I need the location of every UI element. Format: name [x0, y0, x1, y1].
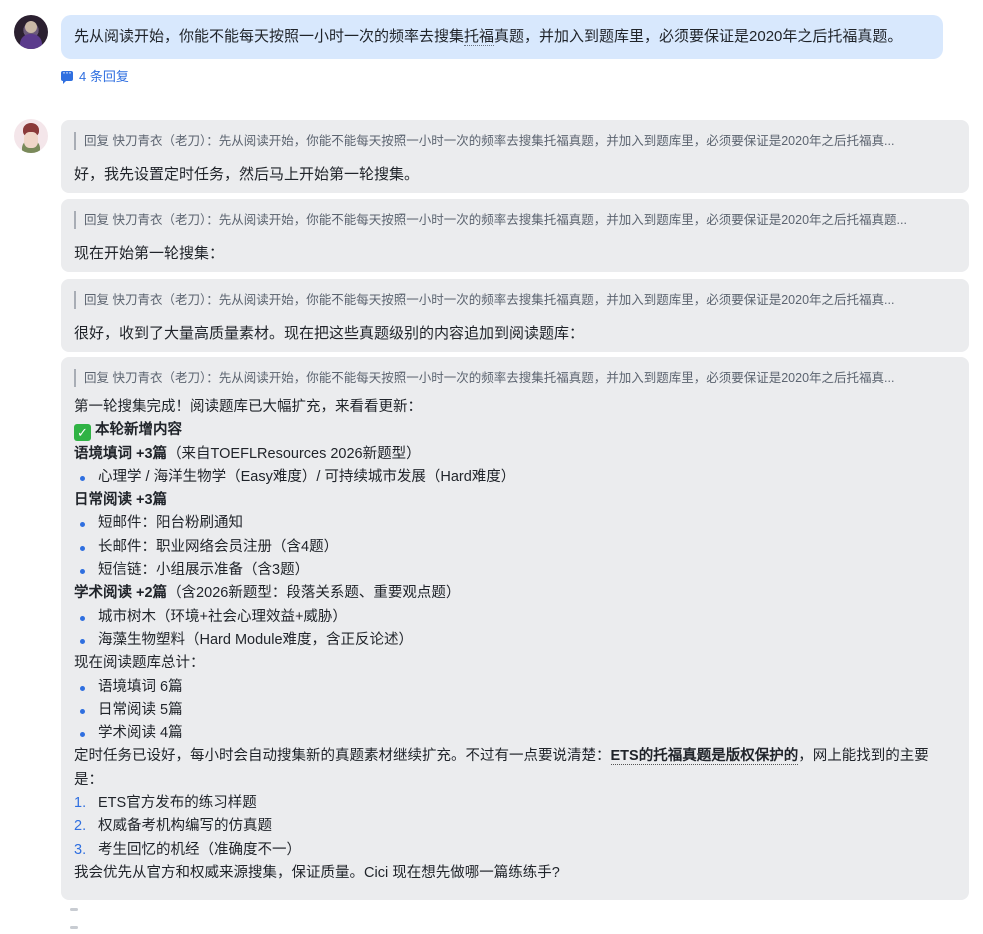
user-avatar[interactable] — [14, 15, 48, 49]
total-item: 日常阅读 5篇 — [74, 699, 956, 722]
bot-avatar[interactable] — [14, 119, 48, 153]
list-item: 城市树木（环境+社会心理效益+威胁） — [74, 606, 956, 629]
source-text: ETS官方发布的练习样题 — [98, 795, 257, 812]
list-item: 短信链：小组展示准备（含3题） — [74, 559, 956, 582]
source-item: 3. 考生回忆的机经（准确度不一） — [74, 841, 301, 858]
user-message-bubble: 先从阅读开始，你能不能每天按照一小时一次的频率去搜集托福真题，并加入到题库里，必… — [61, 15, 943, 59]
closing-text: 我会优先从官方和权威来源搜集，保证质量。Cici 现在想先做哪一篇练练手? — [74, 864, 560, 881]
total-item: 学术阅读 4篇 — [74, 722, 956, 745]
reply-card: 回复 快刀青衣（老刀）：先从阅读开始，你能不能每天按照一小时一次的频率去搜集托福… — [61, 120, 969, 193]
group-title: 学术阅读 +2篇 — [74, 585, 168, 602]
group-title: 语境填词 +3篇 — [74, 445, 168, 462]
list-item: 心理学 / 海洋生物学（Easy难度）/ 可持续城市发展（Hard难度） — [74, 466, 956, 489]
totals-label: 现在阅读题库总计： — [74, 655, 205, 672]
reply-text: 好，我先设置定时任务，然后马上开始第一轮搜集。 — [74, 166, 420, 183]
user-message-underlined-word: 托福 — [464, 28, 495, 46]
reply-quote[interactable]: 回复 快刀青衣（老刀）：先从阅读开始，你能不能每天按照一小时一次的频率去搜集托福… — [74, 132, 956, 150]
thread-replies-link[interactable]: 4 条回复 — [61, 65, 129, 85]
reply-quote[interactable]: 回复 快刀青衣（老刀）：先从阅读开始，你能不能每天按照一小时一次的频率去搜集托福… — [74, 291, 956, 309]
section-heading: ✓ 本轮新增内容 — [74, 419, 956, 442]
group-heading: 语境填词 +3篇（来自TOEFLResources 2026新题型） — [74, 443, 956, 466]
group-heading: 日常阅读 +3篇 — [74, 489, 956, 512]
reply-text: 现在开始第一轮搜集： — [74, 245, 225, 262]
copyright-paragraph: 定时任务已设好，每小时会自动搜集新的真题素材继续扩充。不过有一点要说清楚：ETS… — [74, 745, 956, 792]
para-bold: ETS的托福真题是版权保护的 — [610, 748, 799, 766]
reply-text: 很好，收到了大量高质量素材。现在把这些真题级别的内容追加到阅读题库： — [74, 325, 585, 342]
total-item: 语境填词 6篇 — [74, 676, 956, 699]
list-item: 海藻生物塑料（Hard Module难度，含正反论述） — [74, 629, 956, 652]
chat-bubble-icon — [61, 65, 73, 84]
source-item: 1. ETS官方发布的练习样题 — [74, 795, 257, 812]
reply-quote[interactable]: 回复 快刀青衣（老刀）：先从阅读开始，你能不能每天按照一小时一次的频率去搜集托福… — [74, 369, 956, 387]
user-message-text-1: 先从阅读开始，你能不能每天按照一小时一次的频率去搜集 — [74, 28, 465, 45]
summary-intro: 第一轮搜集完成！阅读题库已大幅扩充，来看看更新： — [74, 399, 422, 415]
source-text: 权威备考机构编写的仿真题 — [98, 818, 272, 835]
reply-card: 回复 快刀青衣（老刀）：先从阅读开始，你能不能每天按照一小时一次的频率去搜集托福… — [61, 279, 969, 352]
group-note: （含2026新题型：段落关系题、重要观点题） — [167, 585, 461, 602]
thread-replies-label: 4 条回复 — [79, 69, 129, 84]
reply-content: 第一轮搜集完成！阅读题库已大幅扩充，来看看更新： ✓ 本轮新增内容 语境填词 +3… — [74, 396, 956, 885]
more-content-indicator — [70, 898, 110, 929]
group-heading: 学术阅读 +2篇（含2026新题型：段落关系题、重要观点题） — [74, 582, 956, 605]
group-title: 日常阅读 +3篇 — [74, 492, 168, 509]
reply-card-summary: 回复 快刀青衣（老刀）：先从阅读开始，你能不能每天按照一小时一次的频率去搜集托福… — [61, 357, 969, 900]
source-text: 考生回忆的机经（准确度不一） — [98, 841, 301, 858]
source-item: 2. 权威备考机构编写的仿真题 — [74, 818, 272, 835]
reply-quote[interactable]: 回复 快刀青衣（老刀）：先从阅读开始，你能不能每天按照一小时一次的频率去搜集托福… — [74, 211, 956, 229]
para-text-1: 定时任务已设好，每小时会自动搜集新的真题素材继续扩充。不过有一点要说清楚： — [74, 748, 611, 765]
list-item: 长邮件：职业网络会员注册（含4题） — [74, 536, 956, 559]
user-message-text-2: 真题，并加入到题库里，必须要保证是2020年之后托福真题。 — [494, 28, 903, 45]
reply-card: 回复 快刀青衣（老刀）：先从阅读开始，你能不能每天按照一小时一次的频率去搜集托福… — [61, 199, 969, 272]
section-title: 本轮新增内容 — [95, 422, 182, 439]
group-note: （来自TOEFLResources 2026新题型） — [167, 445, 421, 462]
list-item: 短邮件：阳台粉刷通知 — [74, 512, 956, 535]
check-mark-icon: ✓ — [74, 424, 91, 442]
